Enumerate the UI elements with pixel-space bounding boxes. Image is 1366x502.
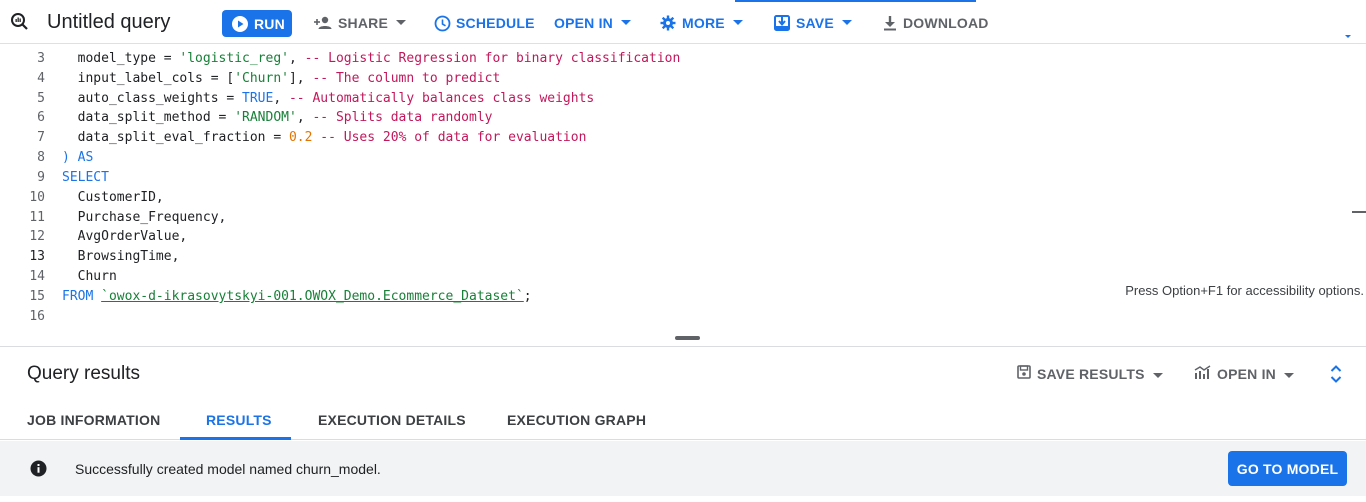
line-number: 12	[29, 229, 45, 244]
line-number: 7	[37, 130, 45, 145]
tab-execution-details[interactable]: EXECUTION DETAILS	[318, 412, 466, 428]
query-results-title: Query results	[27, 363, 140, 384]
tab-execution-graph[interactable]: EXECUTION GRAPH	[507, 412, 646, 428]
line-number: 10	[29, 190, 45, 205]
results-open-in-label: OPEN IN	[1217, 366, 1276, 382]
download-button[interactable]: DOWNLOAD	[882, 10, 989, 36]
line-number-active: 13	[29, 249, 45, 264]
chevron-down-icon	[841, 20, 852, 26]
line-number: 8	[37, 150, 45, 165]
line-number: 15	[29, 289, 45, 304]
code-line: BrowsingTime,	[62, 249, 180, 264]
chevron-down-icon	[396, 20, 407, 26]
line-number: 6	[37, 110, 45, 125]
code-line: Purchase_Frequency,	[62, 210, 227, 225]
chart-icon	[1194, 365, 1211, 383]
resize-drag-handle[interactable]	[675, 336, 700, 340]
query-results-header: Query results SAVE RESULTS OPEN IN	[0, 346, 1366, 400]
chevron-down-icon	[620, 20, 631, 26]
save-results-button[interactable]: SAVE RESULTS	[1017, 365, 1163, 382]
line-number-gutter: 3 4 5 6 7 8 9 10 11 12 13 14 15 16	[0, 44, 55, 326]
line-number: 11	[29, 210, 45, 225]
line-number: 14	[29, 269, 45, 284]
more-button[interactable]: MORE	[660, 10, 743, 36]
open-in-button[interactable]: OPEN IN	[554, 10, 631, 36]
share-label: SHARE	[338, 15, 389, 31]
query-toolbar: Untitled query RUN SHARE SCHEDULE OPEN I…	[0, 0, 1366, 44]
download-icon	[882, 15, 898, 31]
code-line: data_split_method = 'RANDOM', -- Splits …	[62, 110, 493, 125]
tab-results[interactable]: RESULTS	[206, 412, 272, 428]
go-to-model-button[interactable]: GO TO MODEL	[1228, 451, 1347, 486]
schedule-button[interactable]: SCHEDULE	[434, 10, 535, 36]
line-number: 3	[37, 51, 45, 66]
chevron-down-icon	[1152, 366, 1163, 382]
code-line: AvgOrderValue,	[62, 229, 188, 244]
open-in-label: OPEN IN	[554, 15, 613, 31]
person-add-icon	[314, 15, 334, 31]
code-line: input_label_cols = ['Churn'], -- The col…	[62, 71, 501, 86]
query-icon	[10, 12, 30, 32]
scrollbar-marker[interactable]	[1352, 211, 1366, 213]
accessibility-hint: Press Option+F1 for accessibility option…	[1125, 283, 1364, 298]
result-message-bar: Successfully created model named churn_m…	[0, 441, 1366, 496]
code-line: CustomerID,	[62, 190, 164, 205]
share-button[interactable]: SHARE	[314, 10, 407, 36]
code-line: FROM `owox-d-ikrasovytskyi-001.OWOX_Demo…	[62, 289, 532, 304]
save-label: SAVE	[796, 15, 834, 31]
code-line: model_type = 'logistic_reg', -- Logistic…	[62, 51, 681, 66]
line-number: 5	[37, 91, 45, 106]
code-line: data_split_eval_fraction = 0.2 -- Uses 2…	[62, 130, 587, 145]
gear-icon	[660, 15, 676, 31]
run-button[interactable]: RUN	[222, 10, 292, 37]
play-icon	[232, 15, 248, 32]
chevron-down-icon[interactable]	[1345, 26, 1351, 44]
results-open-in-button[interactable]: OPEN IN	[1194, 365, 1294, 383]
table-reference-link[interactable]: `owox-d-ikrasovytskyi-001.OWOX_Demo.Ecom…	[101, 289, 524, 304]
info-icon	[30, 460, 47, 482]
code-line: ) AS	[62, 150, 94, 165]
save-button[interactable]: SAVE	[774, 10, 852, 36]
clock-icon	[434, 15, 451, 32]
line-number: 4	[37, 71, 45, 86]
tab-job-information[interactable]: JOB INFORMATION	[27, 412, 160, 428]
save-icon	[774, 15, 790, 31]
run-label: RUN	[254, 15, 285, 32]
download-label: DOWNLOAD	[903, 15, 989, 31]
results-tabs: JOB INFORMATION RESULTS EXECUTION DETAIL…	[0, 400, 1366, 440]
result-message: Successfully created model named churn_m…	[75, 461, 381, 477]
chevron-down-icon	[1283, 366, 1294, 382]
chevron-down-icon	[732, 20, 743, 26]
code-line: Churn	[62, 269, 117, 284]
toolbar-progress-line	[735, 0, 976, 2]
more-label: MORE	[682, 15, 725, 31]
save-icon	[1017, 365, 1031, 382]
query-title[interactable]: Untitled query	[47, 11, 170, 34]
line-number: 9	[37, 170, 45, 185]
active-tab-indicator	[180, 437, 291, 440]
save-results-label: SAVE RESULTS	[1037, 365, 1145, 382]
code-line: SELECT	[62, 170, 109, 185]
code-line: auto_class_weights = TRUE, -- Automatica…	[62, 91, 595, 106]
schedule-label: SCHEDULE	[456, 15, 535, 31]
expand-icon[interactable]	[1330, 364, 1342, 389]
line-number: 16	[29, 309, 45, 324]
